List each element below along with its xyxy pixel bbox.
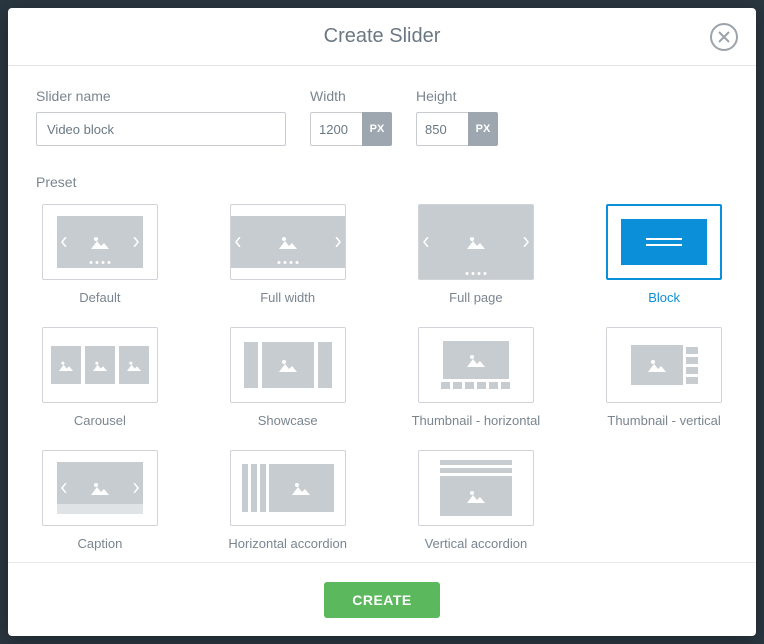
height-label: Height <box>416 88 498 104</box>
preset-thumb-block <box>606 204 722 280</box>
preset-carousel[interactable]: Carousel <box>36 327 164 428</box>
preset-label: Preset <box>36 174 728 190</box>
preset-label-v-accordion: Vertical accordion <box>425 536 528 551</box>
preset-label-full-width: Full width <box>260 290 315 305</box>
preset-thumb-thumb-horizontal <box>418 327 534 403</box>
preset-label-default: Default <box>79 290 120 305</box>
slider-name-input[interactable] <box>36 112 286 146</box>
form-row: Slider name Width PX Height PX <box>36 88 728 146</box>
width-input[interactable] <box>310 112 362 146</box>
close-icon <box>718 31 730 43</box>
preset-h-accordion[interactable]: Horizontal accordion <box>224 450 352 551</box>
modal-body: Slider name Width PX Height PX Preset <box>8 66 756 562</box>
preset-thumb-horizontal[interactable]: Thumbnail - horizontal <box>412 327 541 428</box>
preset-thumb-caption <box>42 450 158 526</box>
preset-showcase[interactable]: Showcase <box>224 327 352 428</box>
preset-grid: Default Full width <box>36 204 728 551</box>
preset-caption[interactable]: Caption <box>36 450 164 551</box>
preset-thumb-v-accordion <box>418 450 534 526</box>
width-group: Width PX <box>310 88 392 146</box>
height-unit: PX <box>468 112 498 146</box>
height-group: Height PX <box>416 88 498 146</box>
width-label: Width <box>310 88 392 104</box>
modal-title: Create Slider <box>324 25 441 48</box>
preset-label-h-accordion: Horizontal accordion <box>228 536 347 551</box>
preset-thumb-vertical[interactable]: Thumbnail - vertical <box>600 327 728 428</box>
preset-default[interactable]: Default <box>36 204 164 305</box>
close-button[interactable] <box>710 23 738 51</box>
preset-label-block: Block <box>648 290 680 305</box>
preset-full-width[interactable]: Full width <box>224 204 352 305</box>
preset-thumb-showcase <box>230 327 346 403</box>
preset-label-thumb-vertical: Thumbnail - vertical <box>607 413 720 428</box>
preset-thumb-thumb-vertical <box>606 327 722 403</box>
preset-v-accordion[interactable]: Vertical accordion <box>412 450 541 551</box>
height-input[interactable] <box>416 112 468 146</box>
modal-header: Create Slider <box>8 8 756 66</box>
preset-thumb-h-accordion <box>230 450 346 526</box>
preset-label-showcase: Showcase <box>258 413 318 428</box>
preset-label-thumb-horizontal: Thumbnail - horizontal <box>412 413 541 428</box>
preset-label-caption: Caption <box>77 536 122 551</box>
slider-name-group: Slider name <box>36 88 286 146</box>
create-button[interactable]: CREATE <box>324 582 440 618</box>
preset-full-page[interactable]: Full page <box>412 204 541 305</box>
preset-thumb-default <box>42 204 158 280</box>
preset-thumb-full-width <box>230 204 346 280</box>
preset-thumb-carousel <box>42 327 158 403</box>
modal-footer: CREATE <box>8 562 756 636</box>
slider-name-label: Slider name <box>36 88 286 104</box>
preset-block[interactable]: Block <box>600 204 728 305</box>
preset-label-full-page: Full page <box>449 290 502 305</box>
create-slider-modal: Create Slider Slider name Width PX Heigh… <box>8 8 756 636</box>
width-unit: PX <box>362 112 392 146</box>
preset-label-carousel: Carousel <box>74 413 126 428</box>
preset-thumb-full-page <box>418 204 534 280</box>
